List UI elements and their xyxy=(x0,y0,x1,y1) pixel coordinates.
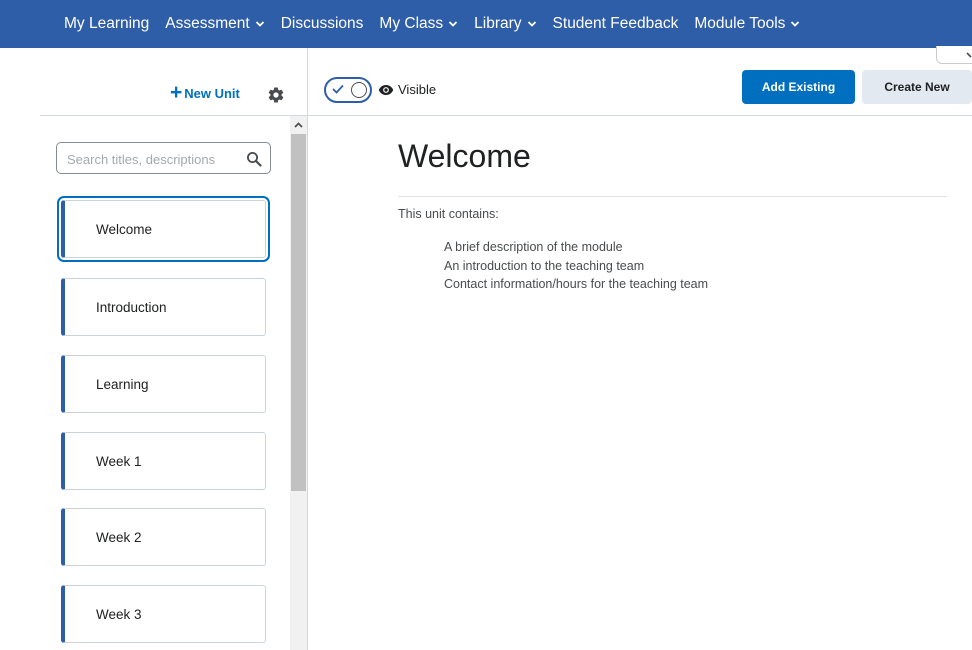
add-existing-button[interactable]: Add Existing xyxy=(742,70,855,104)
nav-label: Assessment xyxy=(165,15,250,32)
unit-card-introduction[interactable]: Introduction xyxy=(61,278,266,336)
unit-label: Welcome xyxy=(96,221,153,237)
visibility-label: Visible xyxy=(398,82,437,97)
divider xyxy=(40,115,307,116)
nav-student-feedback[interactable]: Student Feedback xyxy=(545,0,687,48)
unit-card-learning[interactable]: Learning xyxy=(61,355,266,413)
unit-label: Week 1 xyxy=(96,453,142,469)
title-divider xyxy=(398,196,947,197)
unit-label: Week 3 xyxy=(96,606,142,622)
chevron-down-icon xyxy=(255,21,264,27)
unit-sidebar: + New Unit Welcome Introduction Learning… xyxy=(0,48,307,650)
unit-label: Introduction xyxy=(96,299,167,315)
unit-card-welcome[interactable]: Welcome xyxy=(61,200,266,258)
visibility-toggle[interactable] xyxy=(324,77,372,103)
nav-my-learning[interactable]: My Learning xyxy=(56,0,157,48)
search-icon[interactable] xyxy=(246,151,262,167)
unit-card-week-3[interactable]: Week 3 xyxy=(61,585,266,643)
chevron-up-icon xyxy=(294,121,303,128)
scroll-up-button[interactable] xyxy=(290,116,307,133)
nav-discussions[interactable]: Discussions xyxy=(273,0,372,48)
eye-icon xyxy=(378,85,394,95)
chevron-down-icon xyxy=(791,21,800,27)
unit-description-intro: This unit contains: xyxy=(398,207,499,221)
nav-label: Module Tools xyxy=(694,15,786,32)
new-unit-button[interactable]: + New Unit xyxy=(170,80,240,104)
divider xyxy=(308,115,972,116)
nav-label: Student Feedback xyxy=(552,15,679,32)
nav-module-tools[interactable]: Module Tools xyxy=(686,0,808,48)
page-title: Welcome xyxy=(398,138,531,174)
check-icon xyxy=(332,84,344,94)
plus-icon: + xyxy=(170,80,183,104)
nav-assessment[interactable]: Assessment xyxy=(157,0,272,48)
unit-contents-list: A brief description of the module An int… xyxy=(444,238,708,294)
nav-my-class[interactable]: My Class xyxy=(371,0,466,48)
nav-label: My Learning xyxy=(64,15,150,32)
create-new-button[interactable]: Create New xyxy=(862,70,972,104)
nav-label: My Class xyxy=(379,15,444,32)
nav-label: Discussions xyxy=(280,15,364,32)
search-field xyxy=(56,142,271,174)
unit-label: Learning xyxy=(96,376,149,392)
gear-icon[interactable] xyxy=(267,86,285,104)
nav-library[interactable]: Library xyxy=(466,0,544,48)
search-input[interactable] xyxy=(67,149,242,169)
new-unit-label: New Unit xyxy=(184,86,240,101)
scrollbar-thumb[interactable] xyxy=(291,134,306,491)
chevron-down-icon xyxy=(527,21,536,27)
nav-items: My Learning Assessment Discussions My Cl… xyxy=(56,0,808,48)
top-navigation-bar: My Learning Assessment Discussions My Cl… xyxy=(0,0,972,48)
list-item: A brief description of the module xyxy=(444,240,623,254)
unit-label: Week 2 xyxy=(96,529,142,545)
unit-content-area: Visible Add Existing Create New Welcome … xyxy=(307,48,972,650)
nav-label: Library xyxy=(474,15,522,32)
list-item: Contact information/hours for the teachi… xyxy=(444,277,709,291)
unit-card-week-2[interactable]: Week 2 xyxy=(61,508,266,566)
unit-card-week-1[interactable]: Week 1 xyxy=(61,432,266,490)
list-item: An introduction to the teaching team xyxy=(444,258,645,273)
toggle-knob xyxy=(351,82,367,98)
chevron-down-icon xyxy=(449,21,458,27)
